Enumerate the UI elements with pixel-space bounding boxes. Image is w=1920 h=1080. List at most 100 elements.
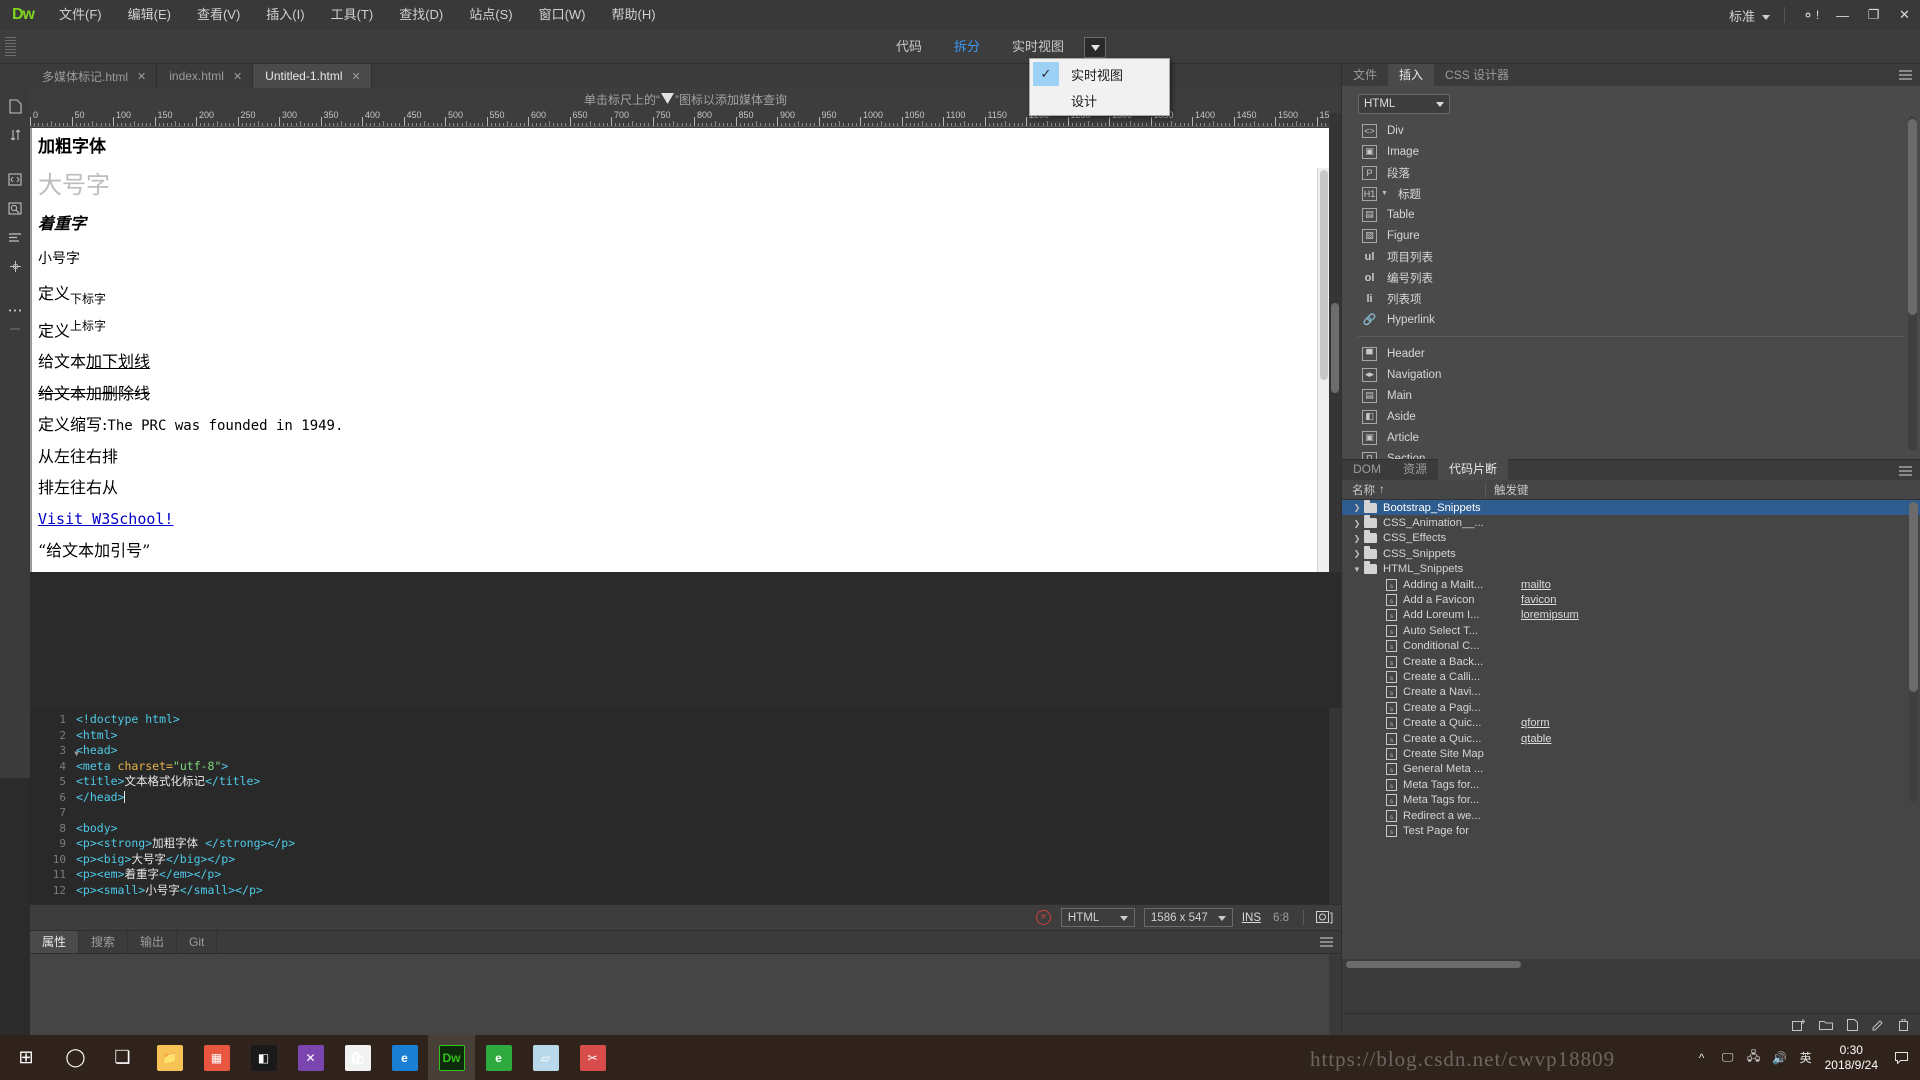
right-dock-tab-1[interactable]: 插入 xyxy=(1388,64,1435,86)
snippet-row[interactable]: s Create a Navi... xyxy=(1342,685,1920,700)
properties-scrollbar[interactable] xyxy=(1329,954,1341,1037)
taskbar-visual-studio-code[interactable]: ✕ xyxy=(287,1035,334,1080)
insert-item-Table[interactable]: ▤ Table xyxy=(1342,204,1920,225)
snippet-row[interactable]: ❯ CSS_Snippets xyxy=(1342,545,1920,561)
snippets-tab-0[interactable]: DOM xyxy=(1342,458,1392,480)
menu-item-7[interactable]: 窗口(W) xyxy=(526,0,599,30)
snippet-row[interactable]: s General Meta ... xyxy=(1342,762,1920,777)
code-vertical-scrollbar[interactable] xyxy=(1329,708,1341,904)
toolbar-grip[interactable] xyxy=(5,36,16,57)
insert-scrollbar[interactable] xyxy=(1908,116,1917,451)
document-tab-1[interactable]: index.html ✕ xyxy=(157,64,254,88)
snippet-row[interactable]: s Add Loreum I... loremipsum xyxy=(1342,608,1920,623)
menu-item-6[interactable]: 站点(S) xyxy=(456,0,525,30)
bottom-tab-2[interactable]: 输出 xyxy=(128,931,178,953)
snippet-row[interactable]: s Adding a Mailt... mailto xyxy=(1342,577,1920,592)
menu-item-5[interactable]: 查找(D) xyxy=(386,0,456,30)
panel-menu-icon[interactable] xyxy=(1899,464,1912,479)
snippet-row[interactable]: s Meta Tags for... xyxy=(1342,792,1920,807)
taskbar-microsoft-edge[interactable]: e xyxy=(381,1035,428,1080)
preview-in-browser-icon[interactable] xyxy=(1316,910,1333,925)
snippet-row[interactable]: s Create a Calli... xyxy=(1342,669,1920,684)
insert-item-段落[interactable]: P 段落 xyxy=(1342,162,1920,183)
scrollbar-thumb[interactable] xyxy=(1331,303,1339,393)
insert-item-Navigation[interactable]: ◂▸ Navigation xyxy=(1342,364,1920,385)
snippet-row[interactable]: s Conditional C... xyxy=(1342,639,1920,654)
snippet-row[interactable]: s Meta Tags for... xyxy=(1342,777,1920,792)
scrollbar-thumb[interactable] xyxy=(1346,961,1521,968)
chevron-right-icon[interactable]: ❯ xyxy=(1350,503,1364,512)
error-indicator-icon[interactable]: × xyxy=(1035,910,1051,925)
snippet-row[interactable]: ❯ CSS_Effects xyxy=(1342,530,1920,546)
close-icon[interactable]: ✕ xyxy=(233,70,242,83)
view-code-button[interactable]: 代码 xyxy=(880,30,938,64)
taskbar-clock[interactable]: 0:30 2018/9/24 xyxy=(1819,1043,1888,1073)
live-view-page[interactable]: 加粗字体 大号字 着重字 小号字 定义下标字 定义上标字 给文本加下划线 给文本加删除线 定义缩… xyxy=(30,128,1329,572)
gear-icon[interactable]: ! xyxy=(1793,0,1827,30)
insert-item-Figure[interactable]: ▨ Figure xyxy=(1342,225,1920,246)
insert-item-Image[interactable]: ▣ Image xyxy=(1342,141,1920,162)
more-options-icon[interactable] xyxy=(1,296,29,324)
close-icon[interactable]: ✕ xyxy=(352,70,361,83)
new-folder-icon[interactable] xyxy=(1819,1019,1833,1030)
code-editor[interactable]: 1 2 3 ▼ 4 5 6 7 8 9 10 11 12 <!doctype html> <html> <h… xyxy=(30,708,1341,904)
new-snippet-icon[interactable] xyxy=(1847,1018,1858,1031)
menu-item-3[interactable]: 插入(I) xyxy=(253,0,317,30)
taskbar-cortana-search[interactable]: ◯ xyxy=(52,1035,99,1080)
snippets-tab-2[interactable]: 代码片断 xyxy=(1438,458,1509,480)
maximize-button[interactable]: ❐ xyxy=(1858,0,1889,30)
insert-item-Hyperlink[interactable]: 🔗 Hyperlink xyxy=(1342,309,1920,330)
tray-icon-0[interactable]: ^ xyxy=(1689,1035,1715,1080)
right-dock-tab-2[interactable]: CSS 设计器 xyxy=(1434,64,1520,86)
preview-line-link[interactable]: Visit W3School! xyxy=(38,510,1329,528)
view-split-button[interactable]: 拆分 xyxy=(938,30,996,64)
snippet-row[interactable]: s Create a Back... xyxy=(1342,654,1920,669)
close-icon[interactable]: ✕ xyxy=(137,70,146,83)
snippet-row[interactable]: s Create Site Map xyxy=(1342,746,1920,761)
insert-category-select[interactable]: HTML xyxy=(1358,94,1450,114)
bottom-tab-0[interactable]: 属性 xyxy=(30,931,80,953)
open-documents-icon[interactable] xyxy=(1,92,29,120)
tray-icon-2[interactable]: 🖧 xyxy=(1741,1035,1767,1080)
delete-snippet-icon[interactable] xyxy=(1898,1018,1909,1031)
insert-item-项目列表[interactable]: ul 项目列表 xyxy=(1342,246,1920,267)
snippet-row[interactable]: s Create a Pagi... xyxy=(1342,700,1920,715)
taskbar-start-button[interactable]: ⊞ xyxy=(0,1035,52,1080)
menu-item-0[interactable]: 文件(F) xyxy=(46,0,115,30)
snippet-row[interactable]: ▼ HTML_Snippets xyxy=(1342,561,1920,577)
doc-type-select[interactable]: HTML xyxy=(1060,908,1135,927)
chevron-right-icon[interactable]: ❯ xyxy=(1350,519,1364,528)
file-management-icon[interactable] xyxy=(1,121,29,149)
action-center-icon[interactable] xyxy=(1888,1035,1914,1080)
snippets-trigger-column[interactable]: 触发键 xyxy=(1485,481,1529,498)
window-size-select[interactable]: 1586 x 547 xyxy=(1143,908,1233,927)
document-tab-0[interactable]: 多媒体标记.html ✕ xyxy=(30,64,158,88)
taskbar-app-green-e[interactable]: e xyxy=(475,1035,522,1080)
snippet-trigger[interactable]: qform xyxy=(1521,717,1550,729)
snippets-vertical-scrollbar[interactable] xyxy=(1909,502,1918,802)
scrollbar-thumb[interactable] xyxy=(1909,502,1918,692)
snippet-row[interactable]: s Redirect a we... xyxy=(1342,808,1920,823)
inspect-icon[interactable] xyxy=(1,194,29,222)
scrollbar-thumb[interactable] xyxy=(1320,170,1328,380)
bottom-tab-3[interactable]: Git xyxy=(177,931,218,953)
document-tab-2[interactable]: Untitled-1.html ✕ xyxy=(253,64,372,88)
view-mode-dropdown[interactable]: ✓ 实时视图 设计 xyxy=(1029,58,1170,116)
menu-item-8[interactable]: 帮助(H) xyxy=(599,0,669,30)
taskbar-file-explorer[interactable]: 📁 xyxy=(146,1035,193,1080)
visual-media-queries-icon[interactable] xyxy=(1,223,29,251)
snippets-name-column[interactable]: 名称 ↑ xyxy=(1342,482,1485,498)
workspace-switcher[interactable]: 标准 xyxy=(1719,6,1776,25)
edit-snippet-icon[interactable] xyxy=(1872,1019,1884,1031)
insert-item-Header[interactable]: ▀ Header xyxy=(1342,343,1920,364)
snippets-horizontal-scrollbar[interactable] xyxy=(1342,959,1920,970)
taskbar-task-view[interactable]: ❏ xyxy=(99,1035,146,1080)
snippet-row[interactable]: s Test Page for xyxy=(1342,823,1920,838)
taskbar-app-orange[interactable]: ▦ xyxy=(193,1035,240,1080)
insert-item-标题[interactable]: H1 ▼ 标题 xyxy=(1342,183,1920,204)
insert-mode-toggle[interactable]: INS xyxy=(1242,912,1261,924)
chevron-right-icon[interactable]: ❯ xyxy=(1350,549,1364,558)
menu-item-4[interactable]: 工具(T) xyxy=(318,0,387,30)
insert-item-Main[interactable]: ▤ Main xyxy=(1342,385,1920,406)
panel-menu-icon[interactable] xyxy=(1899,68,1912,83)
